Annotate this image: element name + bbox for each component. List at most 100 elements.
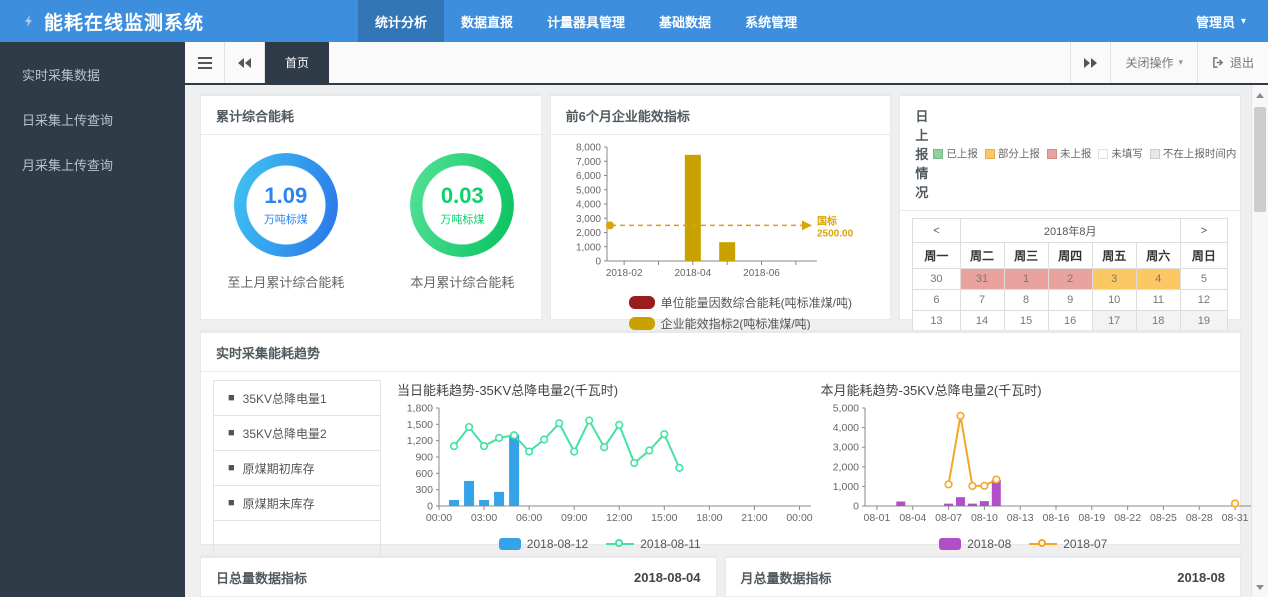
calendar-day-cell[interactable]: 12 [1179,289,1229,311]
legend-item[interactable]: 2018-08 [939,537,1011,551]
calendar-weekday: 周日 [1179,242,1229,269]
logout-button[interactable]: 退出 [1196,42,1268,83]
svg-text:2,000: 2,000 [576,228,601,239]
calendar-day-cell[interactable]: 3 [1091,268,1137,290]
square-bullet-icon: ■ [228,497,235,509]
close-operations-dropdown[interactable]: 关闭操作 ▾ [1110,42,1197,83]
metric-item-empty [214,521,380,556]
donut-value: 1.09 [264,183,308,208]
square-bullet-icon: ■ [228,427,235,439]
svg-text:18:00: 18:00 [696,512,722,524]
svg-text:900: 900 [415,452,433,464]
calendar-weekday: 周五 [1091,242,1137,269]
sidebar-item-monthly-upload-query[interactable]: 月采集上传查询 [0,142,185,187]
calendar-next-button[interactable]: > [1179,218,1229,243]
panel-title: 日总量数据指标 [216,571,308,586]
nav-item-stats[interactable]: 统计分析 [358,0,445,42]
calendar-prev-button[interactable]: < [912,218,961,243]
efficiency-bar-chart: 0 1,000 2,000 3,000 4,000 5,000 6,000 7,000 8,00… [559,139,883,292]
svg-text:5,000: 5,000 [576,185,601,196]
svg-text:12:00: 12:00 [606,512,632,524]
calendar-day-cell[interactable]: 7 [959,289,1005,311]
calendar-day-cell[interactable]: 2 [1047,268,1093,290]
panel-date: 2018-08-04 [634,570,701,585]
calendar-day-cell[interactable]: 19 [1179,310,1229,332]
nav-item-meter-mgmt[interactable]: 计量器具管理 [530,0,642,42]
panel-date: 2018-08 [1177,570,1225,585]
svg-text:03:00: 03:00 [471,512,497,524]
legend-item[interactable]: 2018-08-12 [498,537,588,551]
metric-item-coal-opening-stock[interactable]: ■ 原煤期初库存 [214,451,380,486]
svg-text:7,000: 7,000 [576,157,601,168]
tabs-scroll-right-button[interactable] [1070,42,1111,83]
calendar-day-cell[interactable]: 10 [1091,289,1137,311]
scroll-down-arrow-icon[interactable] [1252,579,1268,595]
monthly-trend-chart: 0 1,000 2,000 3,000 4,000 5,000 08-01 08-04 08-0… [819,400,1251,533]
svg-text:08-07: 08-07 [935,512,962,524]
tabs-scroll-left-button[interactable] [225,42,265,83]
logo-icon [25,15,32,27]
calendar-day-cell[interactable]: 18 [1135,310,1181,332]
app-logo: 能耗在线监测系统 [0,0,358,42]
calendar-day-cell[interactable]: 13 [912,310,961,332]
chevron-down-icon: ▾ [1240,15,1246,27]
nav-item-system-mgmt[interactable]: 系统管理 [728,0,814,42]
svg-text:8,000: 8,000 [576,143,601,154]
calendar-day-cell[interactable]: 9 [1047,289,1093,311]
svg-text:00:00: 00:00 [426,512,452,524]
calendar-weekday: 周一 [912,242,961,269]
calendar-day-cell[interactable]: 17 [1091,310,1137,332]
scroll-up-arrow-icon[interactable] [1252,87,1268,103]
calendar-day-cell[interactable]: 6 [912,289,961,311]
nav-item-basic-data[interactable]: 基础数据 [642,0,728,42]
logout-label: 退出 [1229,56,1254,70]
calendar-day-cell[interactable]: 11 [1135,289,1181,311]
calendar-day-cell[interactable]: 4 [1135,268,1181,290]
monthly-trend-chart-block: 本月能耗趋势-35KV总降电量2(千瓦时) 0 1,000 2,000 3,000 4,… [819,380,1251,556]
metric-item-coal-closing-stock[interactable]: ■ 原煤期末库存 [214,486,380,521]
sidebar-item-realtime-data[interactable]: 实时采集数据 [0,52,185,97]
calendar-day-cell[interactable]: 16 [1047,310,1093,332]
legend-item[interactable]: 2018-07 [1029,537,1107,551]
svg-text:08-28: 08-28 [1185,512,1212,524]
sidebar-item-daily-upload-query[interactable]: 日采集上传查询 [0,97,185,142]
bar-swatch-icon [628,296,655,309]
panel-efficiency-indicators: 前6个月企业能效指标 0 1,000 2,000 3,000 4,000 5,000 6,0… [549,93,892,331]
legend-item[interactable]: 单位能量因数综合能耗(吨标准煤/吨) [628,294,852,311]
legend-item[interactable]: 2018-08-11 [606,537,701,551]
user-menu[interactable]: 管理员 ▾ [1174,0,1268,42]
page-title: 能耗在线监测系统 [44,12,205,34]
calendar-day-cell[interactable]: 15 [1003,310,1049,332]
calendar-day-cell[interactable]: 14 [959,310,1005,332]
donut-unit: 万吨标煤 [263,214,308,226]
vertical-scrollbar[interactable] [1251,85,1268,597]
svg-text:1,000: 1,000 [832,481,858,493]
calendar-weekday: 周三 [1003,242,1049,269]
calendar-day-cell[interactable]: 30 [912,268,961,290]
status-label: 未填写 [1111,148,1143,160]
metric-item-35kv-2[interactable]: ■ 35KV总降电量2 [214,416,380,451]
panel-title: 月总量数据指标 [740,571,832,586]
calendar-day-cell[interactable]: 8 [1003,289,1049,311]
panel-daily-total-indicators: 日总量数据指标 2018-08-04 [200,555,717,597]
svg-text:2018-02: 2018-02 [605,268,642,279]
double-left-arrow-icon [238,57,251,68]
svg-text:08-25: 08-25 [1150,512,1177,524]
calendar-day-cell[interactable]: 5 [1179,268,1229,290]
square-bullet-icon: ■ [228,392,235,404]
chart-title: 当日能耗趋势-35KV总降电量2(千瓦时) [397,383,619,398]
calendar-day-cell[interactable]: 31 [959,268,1005,290]
tab-home[interactable]: 首页 [265,42,329,83]
nav-item-direct-report[interactable]: 数据直报 [444,0,530,42]
chevron-down-icon: ▾ [1178,57,1183,67]
svg-text:08-01: 08-01 [863,512,890,524]
calendar-day-cell[interactable]: 1 [1003,268,1049,290]
square-bullet-icon: ■ [228,462,235,474]
svg-text:06:00: 06:00 [516,512,542,524]
metric-item-35kv-1[interactable]: ■ 35KV总降电量1 [214,381,380,416]
svg-text:15:00: 15:00 [651,512,677,524]
status-swatch-icon [1098,148,1109,159]
scrollbar-thumb[interactable] [1254,107,1266,212]
menu-toggle-button[interactable] [185,42,225,83]
status-label: 不在上报时间内 [1162,148,1237,160]
